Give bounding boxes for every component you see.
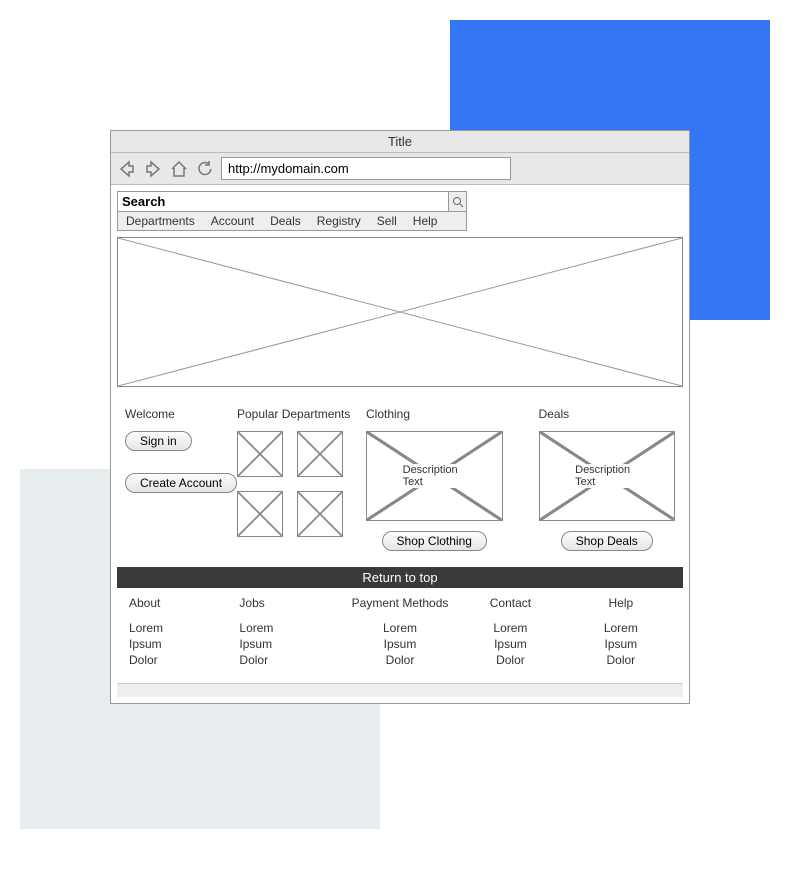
window-title: Title xyxy=(111,131,689,153)
nav-deals[interactable]: Deals xyxy=(262,212,309,230)
popular-title: Popular Departments xyxy=(237,407,354,421)
footer-about-head: About xyxy=(129,596,229,610)
return-to-top-button[interactable]: Return to top xyxy=(117,567,683,588)
create-account-button[interactable]: Create Account xyxy=(125,473,237,493)
clothing-desc: Description Text xyxy=(401,464,468,488)
footer-link[interactable]: Ipsum xyxy=(350,636,450,652)
footer-link[interactable]: Lorem xyxy=(571,620,671,636)
footer-link[interactable]: Ipsum xyxy=(129,636,229,652)
footer-jobs-head: Jobs xyxy=(239,596,339,610)
welcome-signin-button[interactable]: Sign in xyxy=(125,431,192,451)
footer-link[interactable]: Dolor xyxy=(239,652,339,668)
department-thumb-3[interactable] xyxy=(237,491,283,537)
footer-bar xyxy=(117,683,683,697)
clothing-image-placeholder: Description Text xyxy=(366,431,503,521)
shop-deals-button[interactable]: Shop Deals xyxy=(561,531,653,551)
footer-contact-head: Contact xyxy=(460,596,560,610)
browser-window: Title Departments Account Deals Registry xyxy=(110,130,690,704)
footer-link[interactable]: Dolor xyxy=(350,652,450,668)
deals-image-placeholder: Description Text xyxy=(539,431,676,521)
search-icon[interactable] xyxy=(449,191,467,212)
footer-link[interactable]: Dolor xyxy=(129,652,229,668)
department-thumb-4[interactable] xyxy=(297,491,343,537)
nav-departments[interactable]: Departments xyxy=(118,212,203,230)
home-icon[interactable] xyxy=(169,159,189,179)
hero-image-placeholder xyxy=(117,237,683,387)
nav-sell[interactable]: Sell xyxy=(369,212,405,230)
nav-registry[interactable]: Registry xyxy=(309,212,369,230)
search-input[interactable] xyxy=(117,191,449,212)
department-thumb-1[interactable] xyxy=(237,431,283,477)
footer-link[interactable]: Dolor xyxy=(571,652,671,668)
nav-help[interactable]: Help xyxy=(405,212,446,230)
footer-link[interactable]: Lorem xyxy=(129,620,229,636)
forward-icon[interactable] xyxy=(143,159,163,179)
nav-account[interactable]: Account xyxy=(203,212,262,230)
deals-title: Deals xyxy=(539,407,676,421)
department-thumb-2[interactable] xyxy=(297,431,343,477)
welcome-title: Welcome xyxy=(125,407,225,421)
footer-link[interactable]: Lorem xyxy=(239,620,339,636)
footer-link[interactable]: Dolor xyxy=(460,652,560,668)
footer-help-head: Help xyxy=(571,596,671,610)
deals-desc: Description Text xyxy=(573,464,640,488)
shop-clothing-button[interactable]: Shop Clothing xyxy=(382,531,487,551)
footer-link[interactable]: Ipsum xyxy=(239,636,339,652)
footer-link[interactable]: Ipsum xyxy=(460,636,560,652)
footer-link[interactable]: Ipsum xyxy=(571,636,671,652)
browser-toolbar xyxy=(111,153,689,185)
footer-link[interactable]: Lorem xyxy=(350,620,450,636)
main-menu: Departments Account Deals Registry Sell … xyxy=(117,212,467,231)
footer-payment-head: Payment Methods xyxy=(350,596,450,610)
footer: About Lorem Ipsum Dolor Jobs Lorem Ipsum… xyxy=(117,588,683,683)
clothing-title: Clothing xyxy=(366,407,503,421)
back-icon[interactable] xyxy=(117,159,137,179)
footer-link[interactable]: Lorem xyxy=(460,620,560,636)
url-input[interactable] xyxy=(221,157,511,180)
refresh-icon[interactable] xyxy=(195,159,215,179)
